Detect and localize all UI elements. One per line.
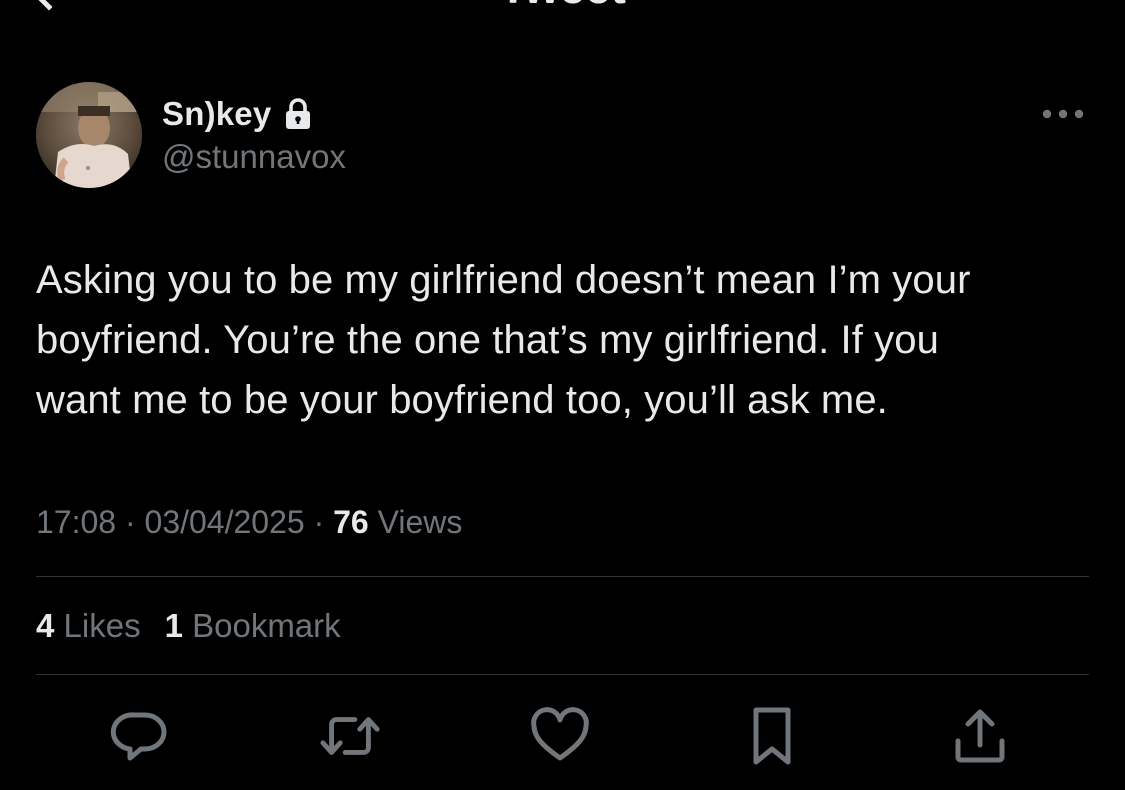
tweet-date: 03/04/2025 (144, 503, 305, 540)
bookmarks-count: 1 (164, 607, 183, 644)
top-bar: Tweet (0, 0, 1125, 14)
more-options-icon[interactable] (1038, 100, 1088, 128)
likes-label: Likes (54, 607, 141, 644)
like-button[interactable] (528, 704, 592, 768)
meta-separator: · (304, 503, 334, 540)
tweet-text: Asking you to be my girlfriend doesn’t m… (36, 258, 971, 422)
retweet-button[interactable] (318, 704, 382, 768)
author-name[interactable]: Sn)key (162, 95, 271, 133)
author-handle[interactable]: @stunnavox (162, 138, 346, 176)
author-name-row[interactable]: Sn)key (162, 92, 312, 136)
heart-icon (531, 707, 589, 761)
divider (36, 674, 1089, 675)
reply-button[interactable] (108, 704, 172, 768)
bookmarks-stat[interactable]: 1 Bookmark (165, 607, 341, 645)
divider (36, 576, 1089, 577)
bookmarks-label: Bookmark (182, 607, 341, 644)
tweet-meta: 17:08 · 03/04/2025 · 76 Views (36, 500, 462, 544)
tweet-time: 17:08 (36, 503, 117, 540)
reply-icon (110, 712, 167, 761)
share-icon (955, 709, 1005, 763)
meta-separator: · (116, 503, 145, 540)
views-label[interactable]: Views (369, 504, 463, 541)
likes-count: 4 (36, 607, 55, 644)
avatar[interactable] (36, 82, 142, 188)
engagement-stats: 4 Likes 1 Bookmark (36, 604, 341, 648)
bookmark-button[interactable] (740, 704, 804, 768)
share-button[interactable] (948, 704, 1012, 768)
bookmark-icon (753, 707, 791, 765)
page-title: Tweet (0, 0, 1125, 10)
likes-stat[interactable]: 4 Likes (36, 607, 141, 645)
retweet-icon (320, 717, 380, 755)
lock-icon (284, 98, 312, 130)
views-count[interactable]: 76 (333, 504, 369, 541)
avatar-image (36, 82, 142, 188)
